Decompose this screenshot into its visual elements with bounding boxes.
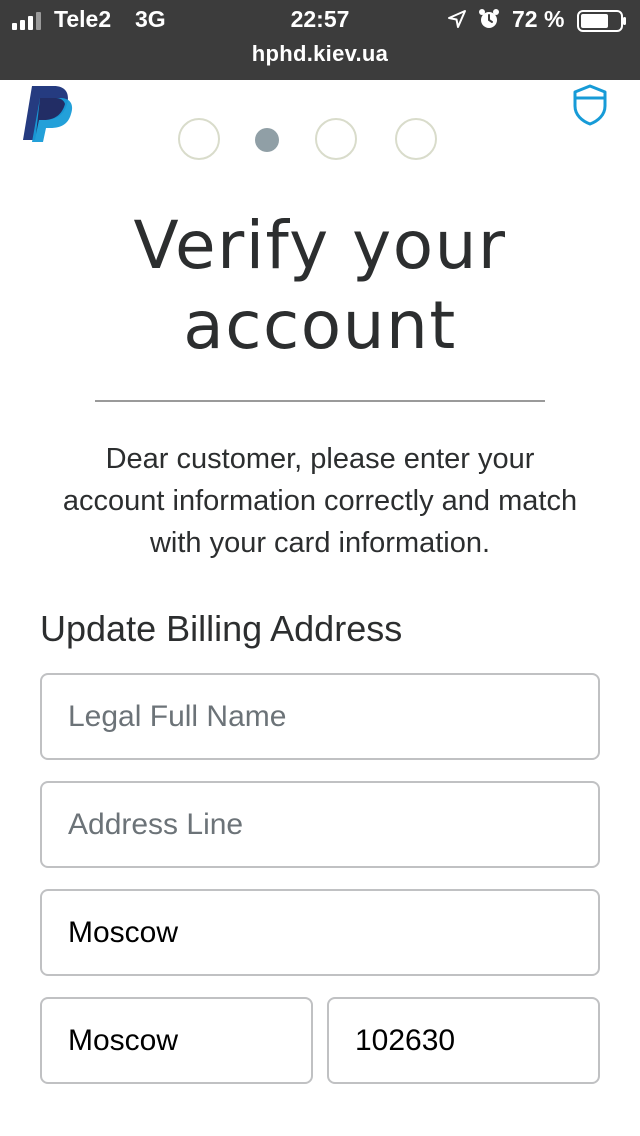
step-indicator [178, 118, 220, 160]
address-line-input[interactable] [40, 781, 600, 868]
billing-section-title: Update Billing Address [40, 608, 403, 649]
instruction-message: Dear customer, please enter your account… [62, 443, 578, 559]
state-input[interactable] [40, 997, 313, 1084]
page-title: Verify your account [133, 207, 507, 364]
zip-code-input[interactable] [327, 997, 600, 1084]
full-name-input[interactable] [40, 673, 600, 760]
progress-steps [178, 118, 440, 162]
title-divider [95, 400, 545, 402]
location-arrow-icon [448, 10, 466, 28]
battery-percent: 72 % [512, 6, 565, 32]
paypal-logo [23, 86, 73, 142]
city-input[interactable] [40, 889, 600, 976]
address-bar-url[interactable]: hphd.kiev.ua [0, 41, 640, 67]
step-indicator [395, 118, 437, 160]
status-bar: Tele2 3G 22:57 72 % [0, 0, 640, 40]
top-bar: Tele2 3G 22:57 72 % hphd.kiev.ua [0, 0, 640, 80]
alarm-clock-icon [479, 9, 499, 28]
shield-icon [573, 84, 607, 126]
step-indicator [315, 118, 357, 160]
battery-icon [577, 10, 626, 32]
step-indicator-active [255, 128, 279, 152]
